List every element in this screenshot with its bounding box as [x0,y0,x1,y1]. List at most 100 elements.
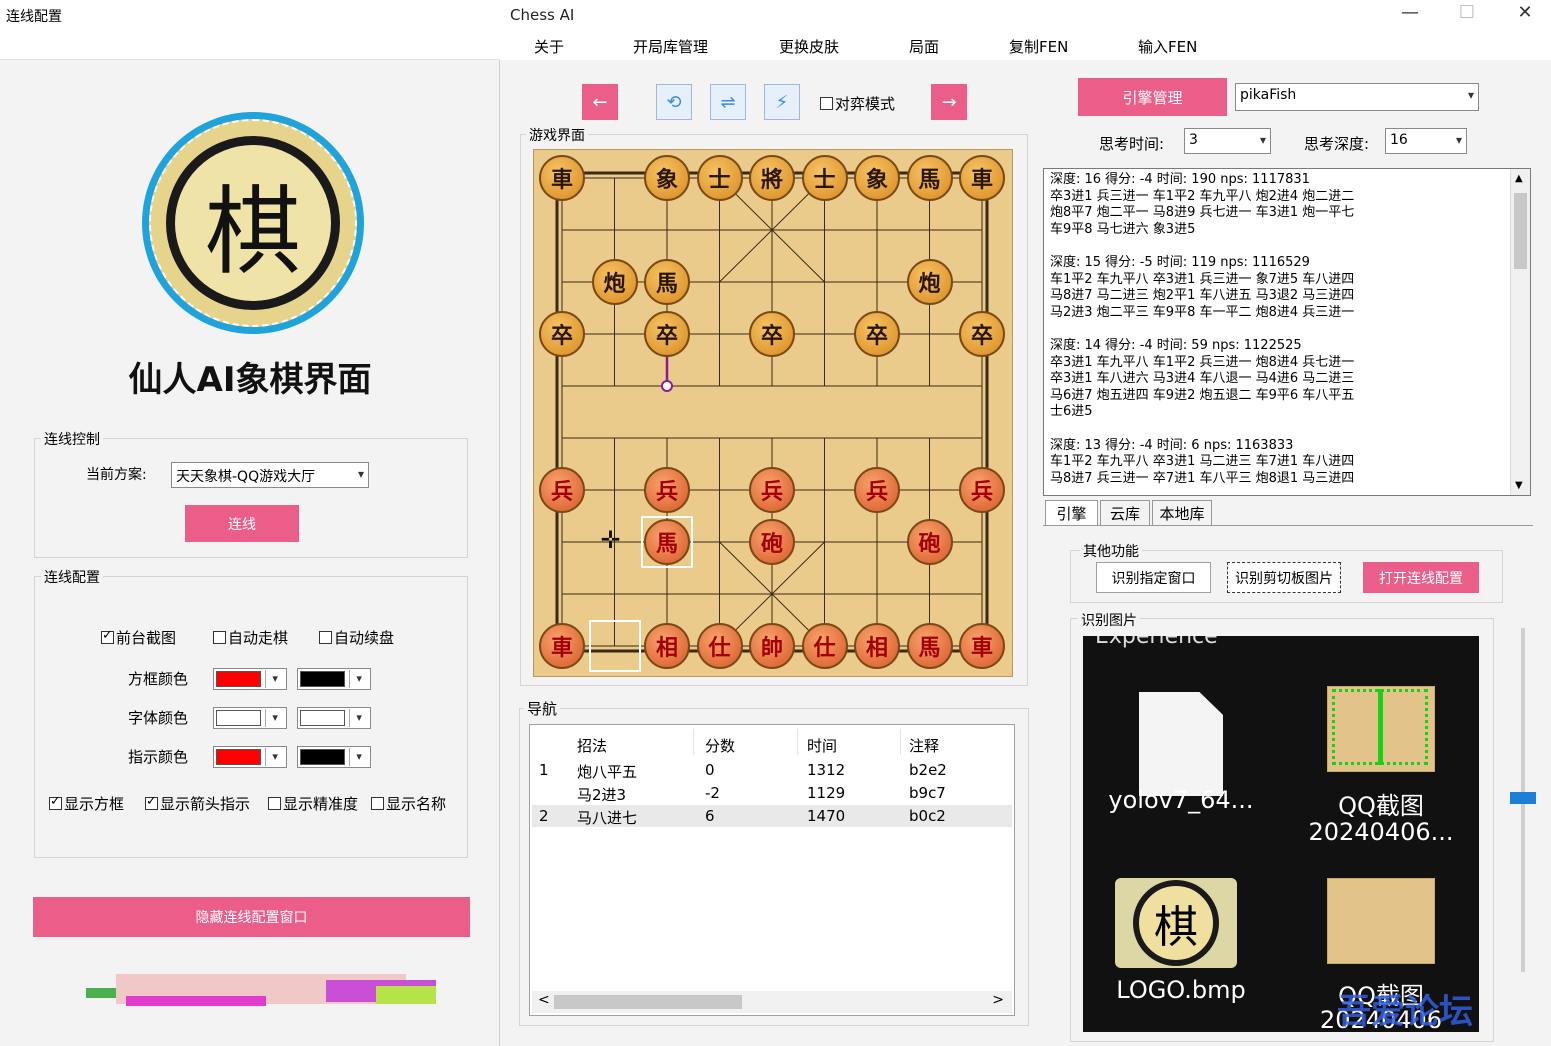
black-piece[interactable]: 車 [959,155,1005,201]
maximize-icon[interactable]: ☐ [1452,2,1482,23]
prev-move-button[interactable]: ← [582,84,618,120]
engine-manage-button[interactable]: 引擎管理 [1078,78,1227,116]
tab-local[interactable]: 本地库 [1152,500,1212,526]
red-piece[interactable]: 仕 [801,623,848,669]
column-header-score[interactable]: 分数 [705,735,735,756]
scroll-down-icon[interactable]: ▼ [1515,480,1523,491]
black-piece[interactable]: 卒 [749,311,795,357]
logo-character: 棋 [205,175,301,288]
next-move-button[interactable]: → [931,84,967,120]
flip-board-icon[interactable]: ⇌ [710,84,746,120]
black-piece[interactable]: 象 [644,155,690,201]
column-header-move[interactable]: 招法 [577,735,607,756]
close-icon[interactable]: ✕ [1510,2,1540,23]
auto-continue-checkbox[interactable]: 自动续盘 [319,627,394,648]
red-piece[interactable]: 帥 [749,623,795,669]
box-color-picker-2[interactable]: ▾ [297,668,371,690]
black-piece[interactable]: 卒 [644,311,690,357]
connect-button[interactable]: 连线 [185,505,299,542]
red-piece[interactable]: 相 [854,623,900,669]
red-piece[interactable]: 兵 [959,467,1005,513]
image-slider-thumb[interactable] [1510,792,1536,804]
column-header-time[interactable]: 时间 [807,735,837,756]
show-name-checkbox[interactable]: 显示名称 [371,793,446,814]
selection-box [641,516,693,568]
tab-cloud[interactable]: 云库 [1100,500,1150,526]
lightning-icon[interactable]: ⚡ [764,84,800,120]
indicator-color-picker-1[interactable]: ▾ [213,746,287,768]
scroll-right-icon[interactable]: > [992,992,1004,1008]
chess-board[interactable]: 車象士將士象馬車炮馬炮卒卒卒卒卒兵兵兵兵兵馬砲砲車相仕帥仕相馬車 ✛ [533,149,1013,677]
time-cell: 1312 [807,761,846,779]
black-piece[interactable]: 炮 [591,259,638,305]
box-color-picker-1[interactable]: ▾ [213,668,287,690]
menu-copy-fen[interactable]: 复制FEN [1009,36,1068,57]
engine-output-scrollbar[interactable]: ▲ ▼ [1510,169,1530,495]
scheme-select[interactable]: 天天象棋-QQ游戏大厅 ▾ [171,462,369,488]
foreground-capture-checkbox[interactable]: 前台截图 [101,627,176,648]
red-piece[interactable]: 兵 [644,467,690,513]
black-piece[interactable]: 士 [801,155,848,201]
think-time-select[interactable]: 3 ▾ [1184,128,1271,154]
scroll-up-icon[interactable]: ▲ [1515,173,1523,184]
show-box-checkbox[interactable]: 显示方框 [49,793,124,814]
recognize-clipboard-button[interactable]: 识别剪切板图片 [1227,562,1341,593]
refresh-icon[interactable]: ⟲ [656,84,692,120]
checkbox-box [213,631,226,644]
open-connection-config-button[interactable]: 打开连线配置 [1363,562,1479,593]
black-piece[interactable]: 車 [539,155,585,201]
logo-thumbnail-character: 棋 [1133,880,1219,966]
black-piece[interactable]: 象 [854,155,900,201]
note-cell: b9c7 [909,784,946,802]
red-piece[interactable]: 砲 [906,519,953,565]
menu-opening-book[interactable]: 开局库管理 [633,36,708,57]
black-piece[interactable]: 卒 [959,311,1005,357]
auto-move-checkbox[interactable]: 自动走棋 [213,627,288,648]
red-piece[interactable]: 相 [644,623,690,669]
scroll-thumb[interactable] [554,995,742,1009]
font-color-picker-2[interactable]: ▾ [297,707,371,729]
red-piece[interactable]: 車 [539,623,585,669]
checkbox-box [319,631,332,644]
red-piece[interactable]: 車 [959,623,1005,669]
hide-config-window-button[interactable]: 隐藏连线配置窗口 [33,897,470,937]
chevron-down-icon: ▾ [1455,133,1462,147]
engine-output[interactable]: 深度: 16 得分: -4 时间: 190 nps: 1117831 卒3进1 … [1043,168,1531,496]
menu-change-skin[interactable]: 更换皮肤 [779,36,839,57]
think-depth-select[interactable]: 16 ▾ [1385,128,1467,154]
red-piece[interactable]: 兵 [749,467,795,513]
engine-select[interactable]: pikaFish ▾ [1235,83,1479,111]
tab-engine[interactable]: 引擎 [1045,500,1098,526]
black-piece[interactable]: 士 [696,155,743,201]
board-group-label: 游戏界面 [526,125,588,145]
show-arrow-checkbox[interactable]: 显示箭头指示 [145,793,250,814]
move-list-hscrollbar[interactable]: < > [532,991,1012,1013]
red-piece[interactable]: 仕 [696,623,743,669]
checkbox-label: 显示名称 [386,795,447,813]
font-color-picker-1[interactable]: ▾ [213,707,287,729]
menu-input-fen[interactable]: 输入FEN [1138,36,1197,57]
move-list-table[interactable]: 招法 分数 时间 注释 1 炮八平五 0 1312 b2e2 马2进3 -2 1… [529,724,1015,1016]
black-piece[interactable]: 卒 [854,311,900,357]
red-piece[interactable]: 馬 [906,623,953,669]
black-piece[interactable]: 卒 [539,311,585,357]
menu-about[interactable]: 关于 [534,36,564,57]
chevron-down-icon: ▾ [265,748,284,766]
row-number: 1 [539,761,549,779]
show-accuracy-checkbox[interactable]: 显示精准度 [268,793,358,814]
indicator-color-picker-2[interactable]: ▾ [297,746,371,768]
red-piece[interactable]: 兵 [854,467,900,513]
black-piece[interactable]: 馬 [644,259,690,305]
black-piece[interactable]: 炮 [906,259,953,305]
scroll-left-icon[interactable]: < [538,992,550,1008]
red-piece[interactable]: 兵 [539,467,585,513]
menu-position[interactable]: 局面 [909,36,939,57]
column-header-note[interactable]: 注释 [909,735,939,756]
scroll-thumb[interactable] [1514,193,1527,269]
black-piece[interactable]: 馬 [906,155,953,201]
minimize-icon[interactable]: — [1395,2,1425,23]
recognize-window-button[interactable]: 识别指定窗口 [1096,562,1211,593]
red-piece[interactable]: 砲 [749,519,795,565]
game-mode-checkbox[interactable]: 对弈模式 [820,93,895,114]
black-piece[interactable]: 將 [749,155,795,201]
